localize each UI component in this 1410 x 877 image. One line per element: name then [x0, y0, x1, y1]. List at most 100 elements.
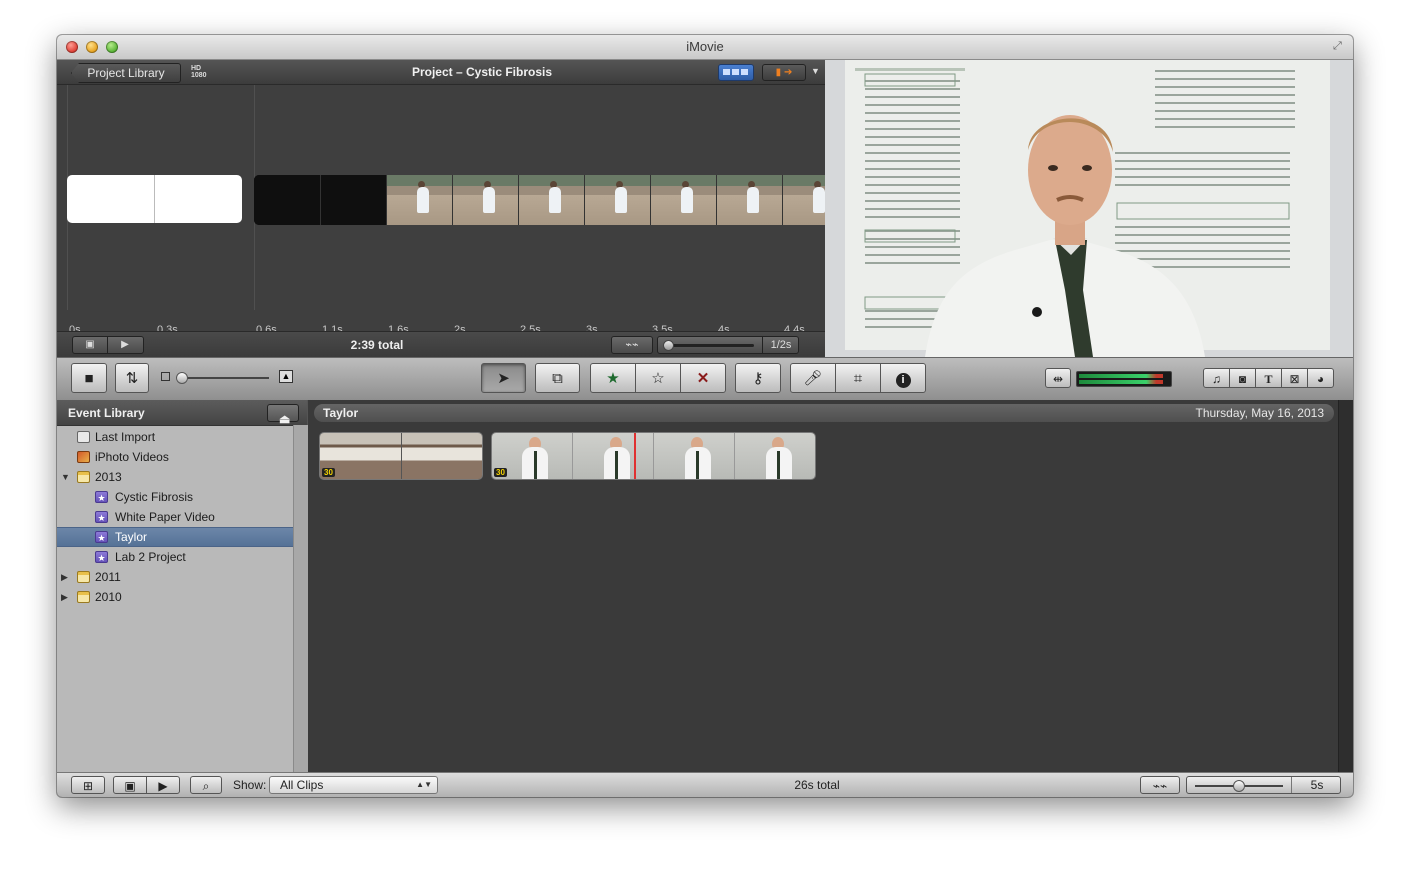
arrow-pointer-icon: ➤ — [497, 370, 510, 387]
waveform-button[interactable]: ⌁⌁ — [1140, 776, 1180, 794]
eject-button[interactable]: ⏏ — [267, 404, 299, 426]
sidebar-item-2010[interactable]: ▶ 2010 — [57, 587, 293, 607]
clip-fps-badge: 30 — [494, 468, 507, 477]
add-to-project-button[interactable]: ⧉ — [535, 363, 580, 393]
swap-events-projects-button[interactable]: ⇅ — [115, 363, 149, 393]
browser-scrollbar[interactable] — [1338, 400, 1353, 772]
crop-button[interactable]: ⌗ — [835, 363, 881, 393]
disclosure-open-icon[interactable]: ▼ — [61, 467, 70, 487]
play-controls: ▣ ▶ — [72, 336, 144, 354]
comment-chapter-button[interactable]: ▮ ➔ — [762, 64, 806, 81]
play-event-button[interactable]: ▶ — [146, 776, 180, 794]
viewer-frame-image — [825, 60, 1353, 357]
clip-frame — [734, 433, 815, 479]
keyword-key-icon: ⚷ — [752, 370, 764, 387]
play-icon: ▶ — [158, 779, 168, 793]
project-library-button[interactable]: Project Library — [71, 63, 181, 83]
sidebar-item-white-paper-video[interactable]: ★ White Paper Video — [57, 507, 293, 527]
video-frame — [518, 175, 585, 225]
video-clip[interactable] — [254, 175, 825, 225]
fullscreen-icon[interactable]: ⤢ — [1333, 40, 1345, 52]
event-header: Taylor Thursday, May 16, 2013 — [314, 404, 1334, 422]
video-viewer[interactable] — [825, 60, 1353, 357]
music-note-icon: ♫ — [1212, 372, 1221, 386]
person-icon: ▲ — [279, 370, 293, 383]
slider-knob[interactable] — [176, 372, 188, 384]
sidebar-scrollbar[interactable] — [293, 425, 308, 772]
chevron-down-icon[interactable]: ▼ — [811, 66, 820, 76]
event-total-duration: 26s total — [794, 778, 840, 792]
disclosure-closed-icon[interactable]: ▶ — [61, 587, 68, 607]
sidebar-item-2013[interactable]: ▼ 2013 — [57, 467, 293, 487]
project-title: Project – Cystic Fibrosis — [411, 65, 553, 79]
sidebar-item-last-import[interactable]: Last Import — [57, 427, 293, 447]
bottom-bar: ⊞ ▣ ▶ ⌕ Show: All Clips ▲▼ 26s total ⌁⌁ … — [57, 772, 1353, 797]
sidebar-item-label: Taylor — [115, 530, 148, 544]
camera-import-button[interactable]: ■ — [71, 363, 107, 393]
music-browser-button[interactable]: ♫ — [1203, 368, 1230, 388]
chevron-updown-icon: ▲▼ — [416, 780, 432, 789]
sidebar-item-lab-2-project[interactable]: ★ Lab 2 Project — [57, 547, 293, 567]
sidebar-item-label: Lab 2 Project — [115, 550, 186, 564]
new-event-button[interactable]: ⊞ — [71, 776, 105, 794]
voiceover-button[interactable]: 🎤︎ — [790, 363, 836, 393]
sidebar-item-label: 2011 — [95, 570, 121, 584]
inspector-button[interactable]: i — [880, 363, 926, 393]
unmark-button[interactable]: ☆ — [635, 363, 681, 393]
sidebar-item-label: 2013 — [95, 470, 122, 484]
play-button[interactable]: ▶ — [108, 337, 142, 353]
event-clip[interactable]: 30 — [319, 432, 483, 480]
project-pane: Project Library HD 1080 Project – Cystic … — [57, 60, 825, 358]
event-star-icon: ★ — [95, 531, 108, 543]
reject-button[interactable]: ✕ — [680, 363, 726, 393]
play-fullscreen-button[interactable]: ▣ — [113, 776, 147, 794]
duration-control: 5s — [1186, 776, 1341, 794]
view-mode-button[interactable] — [718, 64, 754, 81]
project-timeline[interactable]: 0s 0.3s 0.6s 1.1s 1.6s 2s 2.5s 3s 3.5s 4… — [57, 85, 825, 353]
title-T-icon: T — [1264, 372, 1273, 386]
duration-slider[interactable] — [1233, 780, 1245, 792]
event-library-title: Event Library — [68, 406, 145, 420]
search-button[interactable]: ⌕ — [190, 776, 222, 794]
transitions-browser-button[interactable]: ⊠ — [1281, 368, 1308, 388]
select-tool-button[interactable]: ➤ — [481, 363, 526, 393]
photo-camera-icon: ◙ — [1238, 372, 1247, 386]
zoom-slider[interactable] — [663, 340, 674, 351]
crop-icon: ⌗ — [853, 370, 863, 387]
sidebar-item-cystic-fibrosis[interactable]: ★ Cystic Fibrosis — [57, 487, 293, 507]
mark-favorite-button[interactable]: ★ — [590, 363, 636, 393]
play-fullscreen-button[interactable]: ▣ — [73, 337, 108, 353]
event-browser: Taylor Thursday, May 16, 2013 30 30 — [308, 400, 1353, 772]
search-icon: ⌕ — [202, 779, 210, 793]
sidebar-item-2011[interactable]: ▶ 2011 — [57, 567, 293, 587]
event-clip[interactable]: 30 — [491, 432, 816, 480]
sidebar-item-iphoto-videos[interactable]: iPhoto Videos — [57, 447, 293, 467]
video-frame — [584, 175, 651, 225]
small-thumb-icon — [161, 372, 170, 381]
sidebar-item-label: Last Import — [95, 430, 156, 444]
show-label: Show: — [233, 778, 267, 792]
show-select[interactable]: All Clips ▲▼ — [269, 776, 438, 794]
duration-label: 5s — [1291, 777, 1342, 793]
favorite-star-icon: ★ — [606, 370, 620, 387]
project-total-duration: 2:39 total — [350, 338, 404, 352]
main-toolbar: ■ ⇅ ▲ ➤ ⧉ ★ ☆ ✕ ⚷ 🎤︎ ⌗ i ⇹ ♫ ◙ T ⊠ ◕ — [57, 357, 1353, 401]
sidebar-item-label: 2010 — [95, 590, 122, 604]
map-globe-icon: ◕ — [1316, 372, 1325, 386]
event-star-icon: ★ — [95, 551, 108, 563]
thumbnail-size-slider[interactable]: ▲ — [161, 370, 293, 385]
transition-icon: ⊠ — [1289, 372, 1300, 386]
calendar-icon — [77, 591, 90, 603]
title-clip[interactable] — [67, 175, 242, 223]
maps-browser-button[interactable]: ◕ — [1307, 368, 1334, 388]
waveform-icon: ⌁⌁ — [1152, 779, 1168, 793]
photo-browser-button[interactable]: ◙ — [1229, 368, 1256, 388]
keyword-button[interactable]: ⚷ — [735, 363, 781, 393]
titles-browser-button[interactable]: T — [1255, 368, 1282, 388]
waveform-button[interactable]: ⌁⌁ — [611, 336, 653, 354]
sidebar-item-taylor[interactable]: ★ Taylor — [57, 527, 293, 547]
audio-level-meter — [1076, 371, 1172, 387]
disclosure-closed-icon[interactable]: ▶ — [61, 567, 68, 587]
window-title: iMovie — [686, 39, 724, 54]
audio-adjust-button[interactable]: ⇹ — [1045, 368, 1071, 388]
